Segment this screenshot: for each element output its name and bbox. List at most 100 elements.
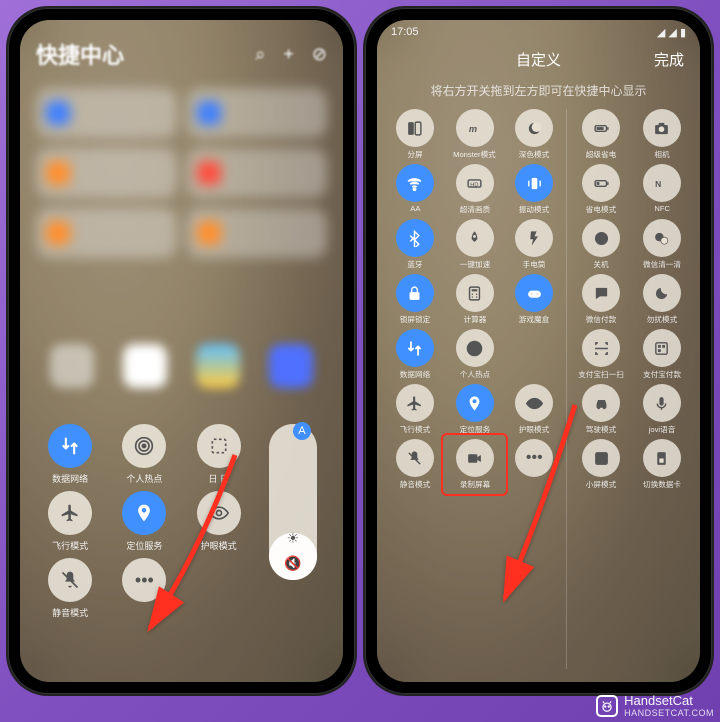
toggle-silent[interactable] xyxy=(48,558,92,602)
dark-icon[interactable] xyxy=(515,109,553,147)
split-icon[interactable] xyxy=(396,109,434,147)
game-icon[interactable] xyxy=(515,274,553,312)
sim-icon[interactable] xyxy=(643,439,681,477)
toggle-vibrate[interactable]: 振动模式 xyxy=(506,164,562,215)
brightness-slider[interactable]: A ☀ 🔇 xyxy=(269,424,317,580)
watermark-url: HANDSETCAT.COM xyxy=(624,708,714,718)
vibrate-icon[interactable] xyxy=(515,164,553,202)
flash-icon[interactable] xyxy=(515,219,553,257)
toggle-nfc[interactable]: NNFC xyxy=(634,164,690,215)
toggle-hotspot[interactable] xyxy=(122,424,166,468)
toggle-bluetooth[interactable]: 蓝牙 xyxy=(387,219,443,270)
toggle-more[interactable]: ••• xyxy=(122,558,166,602)
hotspot-icon[interactable] xyxy=(456,329,494,367)
toggle-power[interactable]: 关机 xyxy=(573,219,629,270)
tile[interactable] xyxy=(36,148,177,198)
pay-icon[interactable] xyxy=(643,329,681,367)
check-circle-icon[interactable]: ⊘ xyxy=(312,44,327,65)
toggle-flashlight[interactable]: 手电筒 xyxy=(506,219,562,270)
app-icon[interactable] xyxy=(50,344,94,388)
toggle-alipay[interactable]: 支付宝扫一扫 xyxy=(573,329,629,380)
toggle-drive[interactable]: 驾驶模式 xyxy=(573,384,629,435)
brightness-icon: ☀ xyxy=(287,530,300,547)
toggle-wifi[interactable]: AA xyxy=(387,164,443,215)
toggle-calc[interactable]: 计算器 xyxy=(447,274,503,325)
chat-icon[interactable] xyxy=(582,274,620,312)
toggle-eyecare[interactable] xyxy=(197,491,241,535)
toggle-label: 超级省电 xyxy=(586,149,616,159)
mini-icon[interactable] xyxy=(582,439,620,477)
moon-icon[interactable] xyxy=(643,274,681,312)
tile[interactable] xyxy=(36,208,177,258)
toggle-more[interactable]: ••• xyxy=(506,439,562,490)
toggle-wxclean[interactable]: 微信清一清 xyxy=(634,219,690,270)
toggle-boost[interactable]: 一键加速 xyxy=(447,219,503,270)
plane-icon[interactable] xyxy=(396,384,434,422)
swap-icon[interactable] xyxy=(396,329,434,367)
pin-icon[interactable] xyxy=(456,384,494,422)
calc-icon[interactable] xyxy=(456,274,494,312)
power-icon[interactable] xyxy=(582,219,620,257)
monster-icon[interactable]: m xyxy=(456,109,494,147)
toggle-dark[interactable]: 深色模式 xyxy=(506,109,562,160)
toggle-monster[interactable]: mMonster模式 xyxy=(447,109,503,160)
toggle-wxpay[interactable]: 微信付款 xyxy=(573,274,629,325)
toggle-mini[interactable]: 小屏模式 xyxy=(573,439,629,490)
camera-icon[interactable] xyxy=(643,109,681,147)
page-title: 快捷中心 xyxy=(36,38,124,70)
battlow-icon[interactable] xyxy=(582,164,620,202)
toggle-silent[interactable]: 静音模式 xyxy=(387,439,443,490)
toggle-lowpower[interactable]: 省电模式 xyxy=(573,164,629,215)
back-button[interactable] xyxy=(393,51,423,68)
tile[interactable] xyxy=(187,208,328,258)
app-icon[interactable] xyxy=(196,344,240,388)
toggle-airplane[interactable] xyxy=(48,491,92,535)
toggle-label: 静音模式 xyxy=(400,479,430,489)
done-button[interactable]: 完成 xyxy=(654,49,684,70)
toggle-screenshot[interactable] xyxy=(197,424,241,468)
more-icon[interactable]: ••• xyxy=(515,439,553,477)
toggle-lock[interactable]: 锁屏锁定 xyxy=(387,274,443,325)
eye-icon[interactable] xyxy=(515,384,553,422)
tile[interactable] xyxy=(36,88,177,138)
car-icon[interactable] xyxy=(582,384,620,422)
status-time: 17:05 xyxy=(391,26,419,39)
tile[interactable] xyxy=(187,88,328,138)
toggle-sim[interactable]: 切换数据卡 xyxy=(634,439,690,490)
toggle-data[interactable]: 数据网络 xyxy=(387,329,443,380)
toggle-jovi[interactable]: jovi语音 xyxy=(634,384,690,435)
mute-icon[interactable] xyxy=(396,439,434,477)
rocket-icon[interactable] xyxy=(456,219,494,257)
voice-icon[interactable] xyxy=(643,384,681,422)
toggle-hotspot[interactable]: 个人热点 xyxy=(447,329,503,380)
toggle-airplane[interactable]: 飞行模式 xyxy=(387,384,443,435)
toggle-location[interactable] xyxy=(122,491,166,535)
search-icon[interactable]: ⌕ xyxy=(255,44,265,65)
bt-icon[interactable] xyxy=(396,219,434,257)
toggle-record[interactable]: 录制屏幕 xyxy=(447,439,503,490)
toggle-split[interactable]: 分屏 xyxy=(387,109,443,160)
hd-icon[interactable]: HD xyxy=(456,164,494,202)
record-icon[interactable] xyxy=(456,439,494,477)
wifi-icon[interactable] xyxy=(396,164,434,202)
scan-icon[interactable] xyxy=(582,329,620,367)
app-icon[interactable] xyxy=(123,344,167,388)
battery-icon[interactable] xyxy=(582,109,620,147)
nfc-icon[interactable]: N xyxy=(643,164,681,202)
toggle-eyecare[interactable]: 护眼模式 xyxy=(506,384,562,435)
app-icon[interactable] xyxy=(269,344,313,388)
status-indicators: ◢ ◢ ▮ xyxy=(657,26,686,39)
toggle-alipay2[interactable]: 支付宝付款 xyxy=(634,329,690,380)
auto-brightness-badge[interactable]: A xyxy=(293,422,311,440)
toggle-gamebox[interactable]: 游戏魔盒 xyxy=(506,274,562,325)
wx-icon[interactable] xyxy=(643,219,681,257)
toggle-superres[interactable]: HD超清画质 xyxy=(447,164,503,215)
toggle-dnd[interactable]: 勿扰模式 xyxy=(634,274,690,325)
toggle-powersave[interactable]: 超级省电 xyxy=(573,109,629,160)
toggle-location[interactable]: 定位服务 xyxy=(447,384,503,435)
toggle-camera[interactable]: 相机 xyxy=(634,109,690,160)
lock-icon[interactable] xyxy=(396,274,434,312)
plus-icon[interactable]: + xyxy=(283,44,294,65)
tile[interactable] xyxy=(187,148,328,198)
toggle-data-network[interactable] xyxy=(48,424,92,468)
